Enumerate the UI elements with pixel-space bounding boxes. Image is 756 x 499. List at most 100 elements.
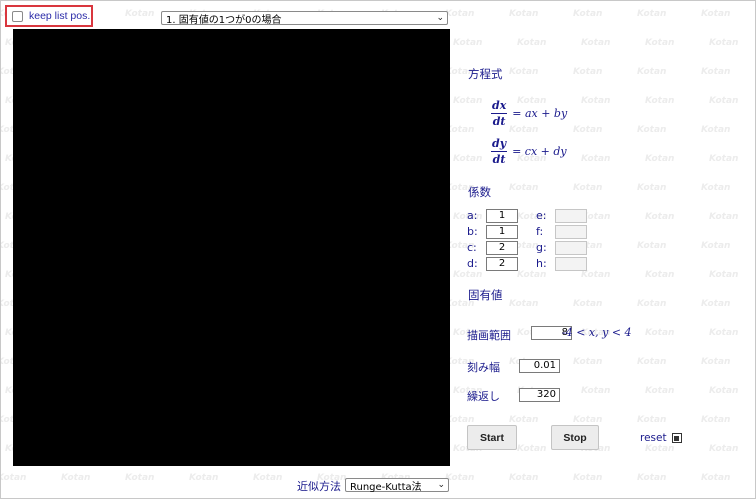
watermark-text: Kotan xyxy=(509,415,539,425)
case-select[interactable]: 1. 固有値の1つが0の場合 ⌄ xyxy=(161,11,448,26)
watermark-text: Kotan xyxy=(581,270,611,280)
watermark-text: Kotan xyxy=(509,299,539,309)
watermark-text: Kotan xyxy=(637,183,667,193)
chevron-down-icon: ⌄ xyxy=(436,13,444,23)
watermark-text: Kotan xyxy=(517,444,547,454)
watermark-text: Kotan xyxy=(573,183,603,193)
method-select-value: Runge-Kutta法 xyxy=(350,481,422,493)
coef-f-input[interactable] xyxy=(555,225,587,239)
watermark-text: Kotan xyxy=(709,154,739,164)
keep-list-pos-toggle[interactable]: keep list pos. xyxy=(5,5,93,27)
fraction-numerator: dy xyxy=(491,137,508,152)
fraction-dx-dt: dx dt xyxy=(491,99,508,128)
repeat-input[interactable]: 320 xyxy=(519,388,560,402)
watermark-text: Kotan xyxy=(517,38,547,48)
fraction-numerator: dx xyxy=(491,99,508,114)
fraction-denominator: dt xyxy=(492,153,506,166)
watermark-text: Kotan xyxy=(453,270,483,280)
watermark-text: Kotan xyxy=(701,357,731,367)
watermark-text: Kotan xyxy=(581,96,611,106)
watermark-text: Kotan xyxy=(645,328,675,338)
watermark-text: Kotan xyxy=(637,125,667,135)
watermark-text: Kotan xyxy=(637,299,667,309)
watermark-text: Kotan xyxy=(581,154,611,164)
keep-list-pos-checkbox[interactable] xyxy=(12,10,23,22)
watermark-text: Kotan xyxy=(125,473,155,483)
watermark-text: Kotan xyxy=(701,125,731,135)
watermark-text: Kotan xyxy=(709,386,739,396)
reset-label: reset xyxy=(640,432,667,444)
watermark-text: Kotan xyxy=(701,183,731,193)
coef-h-input[interactable] xyxy=(555,257,587,271)
checkbox-mark-icon xyxy=(674,435,680,441)
coef-g-input[interactable] xyxy=(555,241,587,255)
watermark-text: Kotan xyxy=(637,357,667,367)
coef-d-input[interactable]: 2 xyxy=(486,257,518,271)
watermark-text: Kotan xyxy=(573,415,603,425)
eigenvalues-heading: 固有値 xyxy=(468,288,503,302)
watermark-text: Kotan xyxy=(645,386,675,396)
step-input[interactable]: 0.01 xyxy=(519,359,560,373)
equations-heading: 方程式 xyxy=(468,67,503,81)
watermark-text: Kotan xyxy=(1,473,27,483)
watermark-text: Kotan xyxy=(637,473,667,483)
coef-b-input[interactable]: 1 xyxy=(486,225,518,239)
watermark-text: Kotan xyxy=(645,270,675,280)
repeat-label: 繰返し xyxy=(467,390,500,403)
coef-c-input[interactable]: 2 xyxy=(486,241,518,255)
watermark-text: Kotan xyxy=(509,183,539,193)
coef-g-label: g: xyxy=(536,241,547,254)
coef-e-label: e: xyxy=(536,209,547,222)
watermark-text: Kotan xyxy=(189,473,219,483)
method-select[interactable]: Runge-Kutta法 ⌄ xyxy=(345,478,449,493)
start-button[interactable]: Start xyxy=(467,425,517,450)
watermark-text: Kotan xyxy=(573,299,603,309)
watermark-text: Kotan xyxy=(453,96,483,106)
watermark-text: Kotan xyxy=(509,9,539,19)
coef-c-label: c: xyxy=(467,241,477,254)
watermark-text: Kotan xyxy=(509,473,539,483)
method-label: 近似方法 xyxy=(297,480,341,493)
app-frame: Kotan Kotan Kotan Kotan Kotan Kotan Kotan Kotan… xyxy=(0,0,756,499)
watermark-text: Kotan xyxy=(573,473,603,483)
watermark-text: Kotan xyxy=(637,67,667,77)
watermark-text: Kotan xyxy=(453,38,483,48)
watermark-text: Kotan xyxy=(645,38,675,48)
watermark-text: Kotan xyxy=(453,154,483,164)
stop-button[interactable]: Stop xyxy=(551,425,599,450)
watermark-text: Kotan xyxy=(573,9,603,19)
watermark-text: Kotan xyxy=(709,328,739,338)
coef-d-label: d: xyxy=(467,257,478,270)
reset-checkbox[interactable] xyxy=(671,433,682,443)
coef-e-input[interactable] xyxy=(555,209,587,223)
watermark-text: Kotan xyxy=(701,67,731,77)
watermark-text: Kotan xyxy=(701,299,731,309)
reset-toggle[interactable]: reset xyxy=(640,432,682,444)
phase-plot-canvas[interactable] xyxy=(13,29,450,466)
keep-list-pos-label: keep list pos. xyxy=(29,10,91,22)
watermark-text: Kotan xyxy=(573,125,603,135)
watermark-text: Kotan xyxy=(637,241,667,251)
watermark-text: Kotan xyxy=(709,38,739,48)
watermark-text: Kotan xyxy=(573,357,603,367)
equation-rhs: = cx + dy xyxy=(512,145,567,158)
watermark-text: Kotan xyxy=(709,444,739,454)
equation-dy: dy dt = cx + dy xyxy=(491,137,567,166)
watermark-text: Kotan xyxy=(573,67,603,77)
watermark-text: Kotan xyxy=(645,444,675,454)
chevron-down-icon: ⌄ xyxy=(437,480,445,490)
coef-a-input[interactable]: 1 xyxy=(486,209,518,223)
watermark-text: Kotan xyxy=(709,270,739,280)
watermark-text: Kotan xyxy=(581,38,611,48)
watermark-text: Kotan xyxy=(645,96,675,106)
watermark-text: Kotan xyxy=(61,473,91,483)
equation-rhs: = ax + by xyxy=(512,107,568,120)
coef-f-label: f: xyxy=(536,225,544,238)
watermark-text: Kotan xyxy=(445,473,475,483)
watermark-text: Kotan xyxy=(637,9,667,19)
watermark-text: Kotan xyxy=(517,270,547,280)
fraction-denominator: dt xyxy=(492,115,506,128)
coef-a-label: a: xyxy=(467,209,478,222)
watermark-text: Kotan xyxy=(701,241,731,251)
watermark-text: Kotan xyxy=(701,473,731,483)
